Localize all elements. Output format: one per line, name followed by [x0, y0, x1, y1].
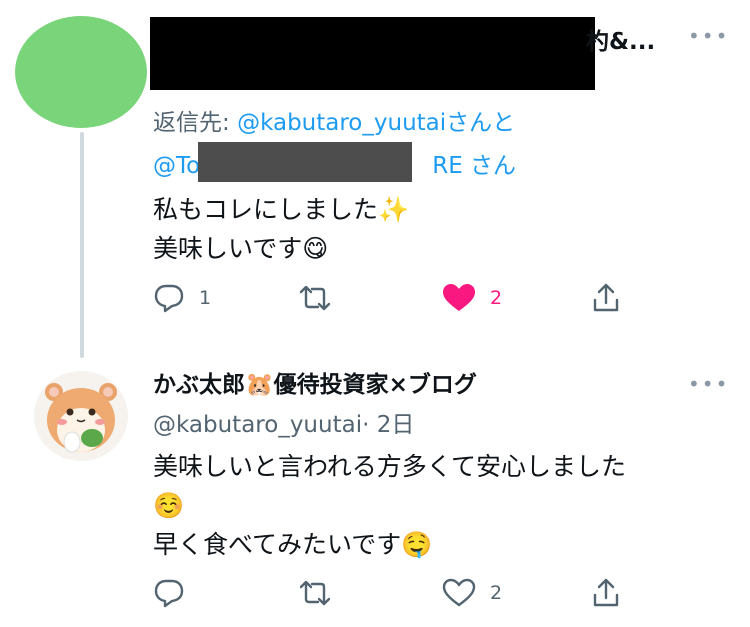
reply-handle2-start[interactable]: @To	[153, 153, 200, 179]
display-name-tail: 杓&...	[586, 29, 656, 55]
reply-prefix: 返信先:	[153, 110, 238, 136]
tweet-text-line: 美味しいと言われる方多くて安心しました	[153, 452, 627, 481]
like-count: 2	[490, 287, 503, 309]
author-name[interactable]: かぶ太郎🐹優待投資家×ブログ	[153, 365, 477, 399]
share-icon	[593, 578, 619, 607]
share-button[interactable]	[590, 577, 622, 609]
share-icon	[593, 283, 619, 312]
tweet-text-line: 私もコレにしました✨	[153, 195, 410, 224]
retweet-icon	[299, 580, 331, 606]
like-icon	[442, 578, 476, 607]
more-icon[interactable]: •••	[688, 24, 729, 48]
tweet-text-line: 美味しいです😋	[153, 234, 329, 263]
handle[interactable]: @kabutaro_yuutai	[153, 412, 362, 438]
reply-button[interactable]	[153, 578, 185, 608]
tweet-text-line: ☺️	[153, 491, 185, 520]
like-icon	[443, 284, 475, 311]
avatar-hamster[interactable]	[32, 368, 130, 463]
tweet-text-line: 早く食べてみたいです🤤	[153, 530, 433, 559]
retweet-button[interactable]	[297, 578, 333, 608]
reply-suffix: さん	[462, 153, 517, 179]
retweet-icon	[299, 285, 331, 311]
retweet-button[interactable]	[297, 283, 333, 313]
redacted-display-name	[150, 17, 595, 90]
more-icon[interactable]: •••	[688, 372, 729, 396]
reply-mid: さんと	[446, 110, 516, 136]
avatar[interactable]	[15, 16, 147, 128]
share-button[interactable]	[590, 282, 622, 314]
reply-icon	[154, 579, 184, 608]
reply-count: 1	[199, 287, 212, 309]
reply-icon	[154, 284, 184, 313]
like-button[interactable]: 2	[442, 578, 502, 608]
reply-button[interactable]: 1	[153, 283, 211, 313]
like-button[interactable]: 2	[442, 283, 502, 313]
timestamp[interactable]: · 2日	[362, 412, 414, 438]
reply-to-line: 返信先: @kabutaro_yuutaiさんと	[153, 103, 515, 137]
thread-connector	[80, 132, 84, 358]
like-count: 2	[490, 582, 503, 604]
redacted-handle	[198, 142, 412, 182]
reply-handle2-end[interactable]: RE	[432, 153, 463, 179]
handle-and-time: @kabutaro_yuutai· 2日	[153, 405, 414, 439]
reply-handle-link[interactable]: @kabutaro_yuutai	[237, 110, 446, 136]
